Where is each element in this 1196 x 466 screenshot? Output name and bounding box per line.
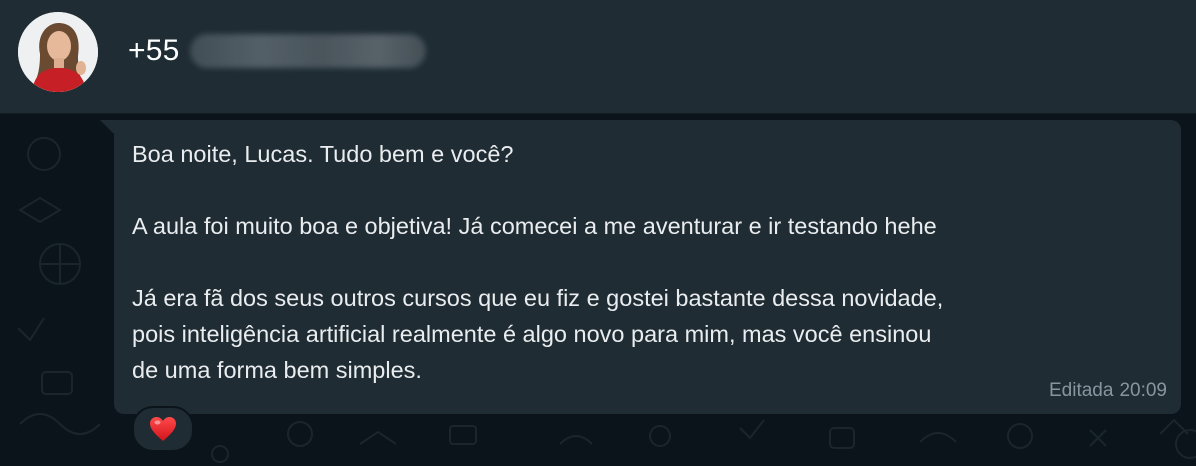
avatar-photo-icon (18, 12, 98, 92)
chat-area[interactable]: Boa noite, Lucas. Tudo bem e você? A aul… (0, 114, 1196, 466)
message-meta: Editada 20:09 (1049, 380, 1167, 402)
contact-country-code: +55 (128, 34, 180, 67)
message-line: pois inteligência artificial realmente é… (132, 321, 932, 347)
message-line: Já era fã dos seus outros cursos que eu … (132, 285, 944, 311)
contact-avatar[interactable] (18, 12, 98, 92)
message-time: 20:09 (1119, 380, 1167, 401)
heart-icon (150, 417, 176, 441)
redacted-phone-number (189, 34, 426, 68)
message-bubble[interactable]: Boa noite, Lucas. Tudo bem e você? A aul… (114, 120, 1181, 414)
bubble-tail (100, 120, 114, 134)
edited-label: Editada (1049, 380, 1114, 401)
message-line: A aula foi muito boa e objetiva! Já come… (132, 213, 937, 239)
message-line: Boa noite, Lucas. Tudo bem e você? (132, 141, 514, 167)
contact-name[interactable]: +55 (128, 34, 426, 68)
chat-header: +55 (0, 0, 1196, 114)
reaction-badge[interactable] (132, 406, 194, 452)
message-line: de uma forma bem simples. (132, 357, 422, 383)
